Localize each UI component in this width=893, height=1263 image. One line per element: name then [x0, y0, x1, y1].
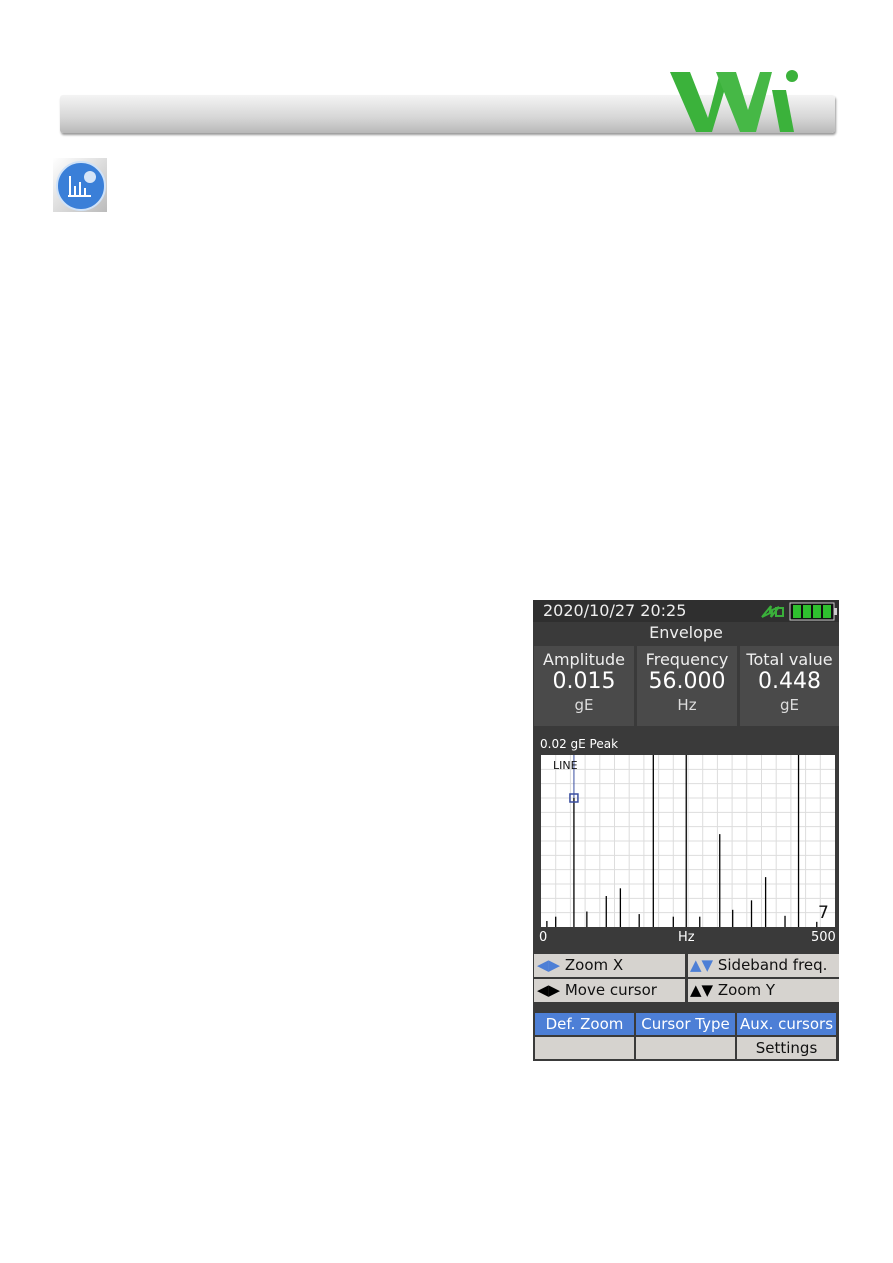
datetime: 2020/10/27 20:25: [543, 601, 687, 620]
card-unit: gE: [574, 696, 594, 714]
button-label: Zoom Y: [717, 981, 776, 999]
frequency-card: Frequency 56.000 Hz: [637, 646, 737, 726]
manual-page: 2020/10/27 20:25 Envelope Amplitude 0.015…: [0, 0, 893, 1263]
zoom-y-button[interactable]: ▲▼ Zoom Y: [688, 979, 839, 1002]
status-bar: 2020/10/27 20:25: [533, 600, 839, 622]
sideband-freq-button[interactable]: ▲▼ Sideband freq.: [688, 954, 839, 977]
plot-scale-label: 0.02 gE Peak: [540, 737, 619, 751]
battery-icon: [789, 602, 837, 621]
button-label: Sideband freq.: [717, 956, 828, 974]
softkey-empty-3[interactable]: [535, 1037, 634, 1059]
button-label: Zoom X: [564, 956, 624, 974]
move-cursor-button[interactable]: ◀▶ Move cursor: [534, 979, 685, 1002]
x-tick-min: 0: [539, 930, 548, 945]
card-unit: Hz: [677, 696, 697, 714]
left-right-arrows-icon: ◀▶: [537, 956, 561, 974]
spectrum-section-icon: [53, 158, 107, 212]
softkey-empty-4[interactable]: [636, 1037, 735, 1059]
charging-icon: [761, 605, 784, 618]
softkey-cursor-type[interactable]: Cursor Type: [636, 1013, 735, 1035]
zoom-x-button[interactable]: ◀▶ Zoom X: [534, 954, 685, 977]
grid: [541, 755, 835, 927]
mode-title: Envelope: [649, 623, 723, 642]
card-title: Amplitude: [543, 650, 625, 669]
card-value: 0.448: [758, 669, 821, 694]
up-down-arrows-icon: ▲▼: [690, 981, 714, 999]
spectrum-plot[interactable]: LINE 7: [541, 755, 835, 927]
company-logo: [670, 70, 798, 132]
amplitude-card: Amplitude 0.015 gE: [534, 646, 634, 726]
line-label: LINE: [553, 759, 578, 772]
card-value: 0.015: [552, 669, 616, 694]
total-value-card: Total value 0.448 gE: [740, 646, 839, 726]
card-value: 56.000: [648, 669, 726, 694]
up-down-arrows-icon: ▲▼: [690, 956, 714, 974]
card-title: Total value: [746, 650, 833, 669]
softkey-settings[interactable]: Settings: [737, 1037, 836, 1059]
left-right-arrows-icon: ◀▶: [537, 981, 561, 999]
button-label: Move cursor: [564, 981, 657, 999]
device-screen: 2020/10/27 20:25 Envelope Amplitude 0.015…: [533, 600, 839, 1061]
card-unit: gE: [780, 696, 799, 714]
x-tick-max: 500: [811, 930, 836, 945]
card-title: Frequency: [645, 650, 729, 669]
corner-number: 7: [818, 903, 829, 923]
softkey-def-zoom[interactable]: Def. Zoom: [535, 1013, 634, 1035]
x-axis-label: Hz: [678, 930, 695, 945]
softkey-aux-cursors[interactable]: Aux. cursors: [737, 1013, 836, 1035]
